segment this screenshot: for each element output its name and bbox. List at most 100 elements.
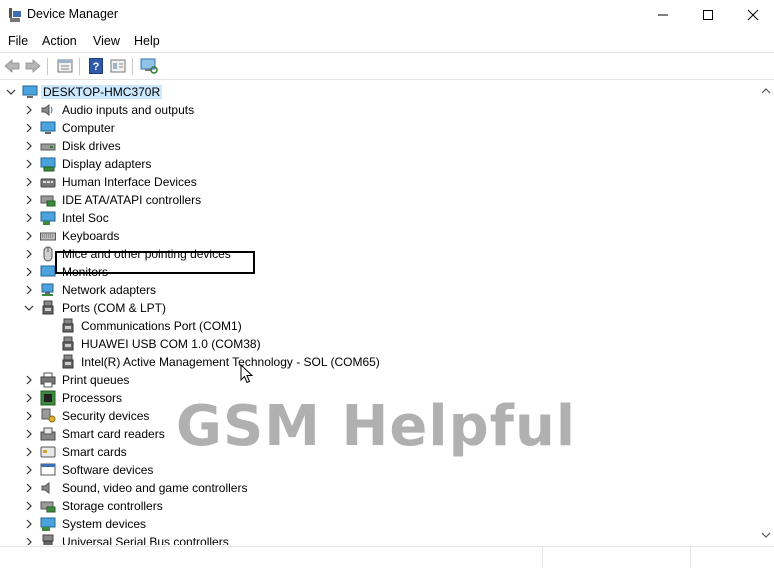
status-segment bbox=[690, 547, 774, 568]
tree-item-keyboards[interactable]: Keyboards bbox=[0, 227, 758, 245]
tree-root[interactable]: DESKTOP-HMC370R bbox=[0, 83, 758, 101]
chevron-right-icon[interactable] bbox=[23, 194, 35, 206]
chevron-right-icon[interactable] bbox=[23, 428, 35, 440]
speaker-icon bbox=[41, 104, 53, 116]
toolbar-separator bbox=[132, 58, 133, 75]
computer-icon bbox=[40, 121, 56, 134]
port-item-com1[interactable]: Communications Port (COM1) bbox=[0, 317, 758, 335]
chevron-right-icon[interactable] bbox=[23, 248, 35, 260]
tree-item-audio[interactable]: Audio inputs and outputs bbox=[0, 101, 758, 119]
chevron-right-icon[interactable] bbox=[23, 446, 35, 458]
chevron-right-icon[interactable] bbox=[23, 266, 35, 278]
chevron-right-icon[interactable] bbox=[23, 500, 35, 512]
vertical-scrollbar[interactable] bbox=[758, 81, 774, 545]
chevron-down-icon[interactable] bbox=[23, 302, 35, 314]
toolbar-separator bbox=[47, 58, 48, 75]
tree-item-disk-drives[interactable]: Disk drives bbox=[0, 137, 758, 155]
ide-controller-icon bbox=[40, 195, 56, 207]
chevron-right-icon[interactable] bbox=[23, 518, 35, 530]
chevron-right-icon[interactable] bbox=[23, 536, 35, 545]
tree-item-label: Display adapters bbox=[62, 157, 152, 171]
chevron-right-icon[interactable] bbox=[23, 158, 35, 170]
tree-item-label: Processors bbox=[62, 391, 123, 405]
tree-item-software-devices[interactable]: Software devices bbox=[0, 461, 758, 479]
tree-item-processors[interactable]: Processors bbox=[0, 389, 758, 407]
tree-item-label: Keyboards bbox=[62, 229, 120, 243]
tree-item-intel-soc[interactable]: Intel Soc bbox=[0, 209, 758, 227]
tree-item-label: Disk drives bbox=[62, 139, 121, 153]
tree-item-network[interactable]: Network adapters bbox=[0, 281, 758, 299]
printer-icon bbox=[40, 372, 56, 388]
chevron-right-icon[interactable] bbox=[23, 122, 35, 134]
back-button[interactable] bbox=[2, 57, 22, 75]
tree-root-label: DESKTOP-HMC370R bbox=[41, 85, 163, 99]
scroll-up-arrow-icon[interactable] bbox=[761, 87, 771, 95]
show-hidden-icon bbox=[110, 59, 126, 73]
tree-item-label: Smart card readers bbox=[62, 427, 165, 441]
chevron-right-icon[interactable] bbox=[23, 374, 35, 386]
tree-item-display-adapters[interactable]: Display adapters bbox=[0, 155, 758, 173]
menu-help[interactable]: Help bbox=[134, 34, 160, 48]
minimize-button[interactable] bbox=[640, 0, 686, 30]
port-item-label: Intel(R) Active Management Technology - … bbox=[81, 355, 380, 369]
monitor-icon bbox=[40, 265, 56, 277]
port-item-intel-amt[interactable]: Intel(R) Active Management Technology - … bbox=[0, 353, 758, 371]
menu-action[interactable]: Action bbox=[42, 34, 77, 48]
status-bar bbox=[0, 546, 774, 568]
tree-item-label: Print queues bbox=[62, 373, 130, 387]
chevron-right-icon[interactable] bbox=[23, 284, 35, 296]
menu-view[interactable]: View bbox=[93, 34, 120, 48]
hid-icon bbox=[40, 178, 56, 188]
minimize-icon bbox=[658, 14, 668, 16]
scan-hardware-icon bbox=[140, 58, 158, 74]
port-item-huawei[interactable]: HUAWEI USB COM 1.0 (COM38) bbox=[0, 335, 758, 353]
scan-hardware-button[interactable] bbox=[139, 57, 159, 75]
tree-item-print-queues[interactable]: Print queues bbox=[0, 371, 758, 389]
tree-item-ide[interactable]: IDE ATA/ATAPI controllers bbox=[0, 191, 758, 209]
close-button[interactable] bbox=[730, 0, 774, 30]
menu-file[interactable]: File bbox=[8, 34, 28, 48]
maximize-button[interactable] bbox=[685, 0, 731, 30]
properties-button[interactable] bbox=[55, 57, 75, 75]
chevron-right-icon[interactable] bbox=[23, 464, 35, 476]
help-button[interactable]: ? bbox=[86, 57, 106, 75]
tree-item-security-devices[interactable]: Security devices bbox=[0, 407, 758, 425]
computer-icon bbox=[22, 85, 38, 98]
highlight-box bbox=[55, 251, 255, 274]
chevron-right-icon[interactable] bbox=[23, 140, 35, 152]
port-icon bbox=[62, 318, 74, 333]
tree-item-label: Software devices bbox=[62, 463, 154, 477]
tree-item-usb-controllers[interactable]: Universal Serial Bus controllers bbox=[0, 533, 758, 545]
tree-item-label: IDE ATA/ATAPI controllers bbox=[62, 193, 202, 207]
show-hidden-button[interactable] bbox=[108, 57, 128, 75]
chevron-right-icon[interactable] bbox=[23, 230, 35, 242]
tree-item-label: Storage controllers bbox=[62, 499, 163, 513]
chevron-right-icon[interactable] bbox=[23, 212, 35, 224]
tree-item-computer[interactable]: Computer bbox=[0, 119, 758, 137]
toolbar: ? bbox=[0, 52, 774, 80]
scroll-down-arrow-icon[interactable] bbox=[761, 531, 771, 539]
tree-item-storage-controllers[interactable]: Storage controllers bbox=[0, 497, 758, 515]
tree-item-smart-card-readers[interactable]: Smart card readers bbox=[0, 425, 758, 443]
maximize-icon bbox=[703, 10, 713, 20]
title-bar: Device Manager bbox=[0, 0, 774, 30]
intel-soc-icon bbox=[40, 211, 56, 225]
device-manager-icon bbox=[9, 8, 21, 22]
forward-button[interactable] bbox=[23, 57, 43, 75]
chevron-right-icon[interactable] bbox=[23, 482, 35, 494]
chevron-right-icon[interactable] bbox=[23, 410, 35, 422]
tree-item-sound-controllers[interactable]: Sound, video and game controllers bbox=[0, 479, 758, 497]
software-device-icon bbox=[40, 463, 56, 476]
tree-item-label: Security devices bbox=[62, 409, 150, 423]
chevron-right-icon[interactable] bbox=[23, 392, 35, 404]
tree-item-hid[interactable]: Human Interface Devices bbox=[0, 173, 758, 191]
tree-item-system-devices[interactable]: System devices bbox=[0, 515, 758, 533]
port-icon bbox=[62, 336, 74, 351]
chevron-down-icon[interactable] bbox=[5, 86, 17, 98]
chevron-right-icon[interactable] bbox=[23, 104, 35, 116]
chevron-right-icon[interactable] bbox=[23, 176, 35, 188]
smart-card-icon bbox=[40, 446, 56, 458]
port-item-label: HUAWEI USB COM 1.0 (COM38) bbox=[81, 337, 261, 351]
tree-item-smart-cards[interactable]: Smart cards bbox=[0, 443, 758, 461]
tree-item-ports[interactable]: Ports (COM & LPT) bbox=[0, 299, 758, 317]
